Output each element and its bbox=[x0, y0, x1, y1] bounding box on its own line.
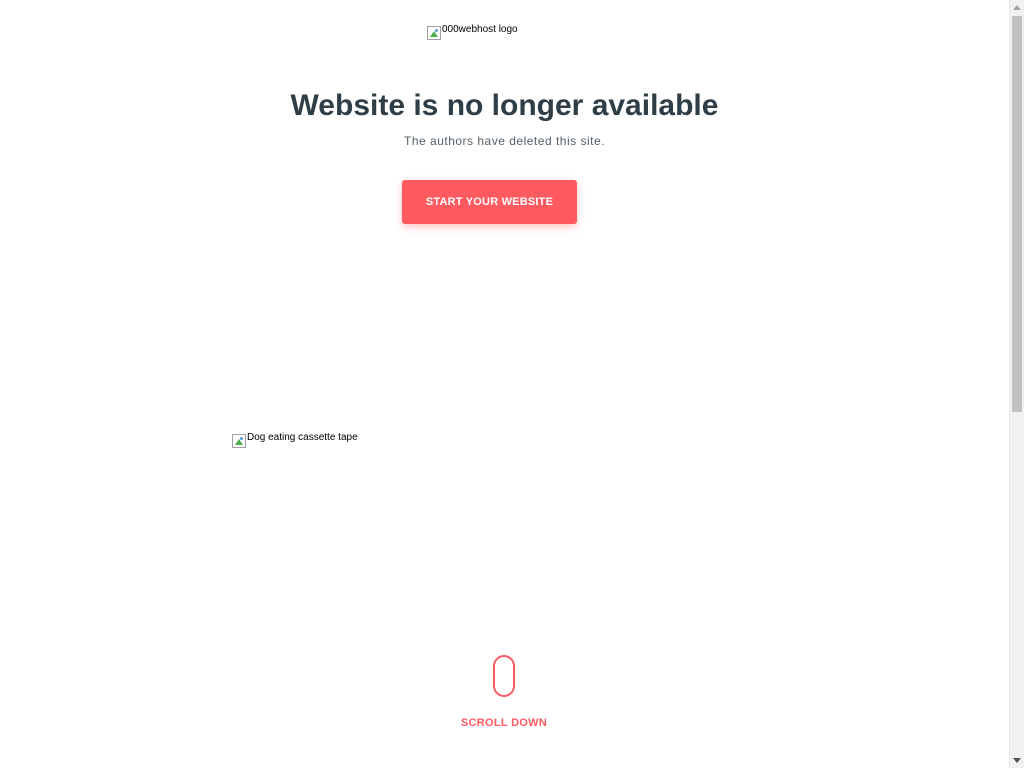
dog-illustration-image: Dog eating cassette tape bbox=[232, 432, 358, 448]
scroll-down-label: SCROLL DOWN bbox=[460, 717, 548, 729]
vertical-scrollbar[interactable] bbox=[1009, 0, 1024, 768]
scrollbar-thumb[interactable] bbox=[1012, 16, 1022, 412]
start-your-website-button[interactable]: START YOUR WEBSITE bbox=[402, 180, 577, 224]
broken-image-icon bbox=[232, 434, 246, 448]
illustration-alt-text: Dog eating cassette tape bbox=[247, 432, 358, 443]
mouse-icon bbox=[493, 655, 515, 697]
page-subtitle: The authors have deleted this site. bbox=[404, 134, 605, 148]
broken-image-icon bbox=[427, 26, 441, 40]
scroll-down-link[interactable]: SCROLL DOWN bbox=[454, 655, 554, 729]
logo-alt-text: 000webhost logo bbox=[442, 24, 518, 35]
logo-image: 000webhost logo bbox=[427, 24, 518, 40]
page: 000webhost logo Website is no longer ava… bbox=[0, 0, 1024, 768]
scroll-up-arrow-icon[interactable] bbox=[1013, 5, 1021, 10]
page-content: 000webhost logo Website is no longer ava… bbox=[0, 0, 1009, 768]
scroll-down-arrow-icon[interactable] bbox=[1013, 758, 1021, 763]
page-title: Website is no longer available bbox=[290, 89, 719, 122]
